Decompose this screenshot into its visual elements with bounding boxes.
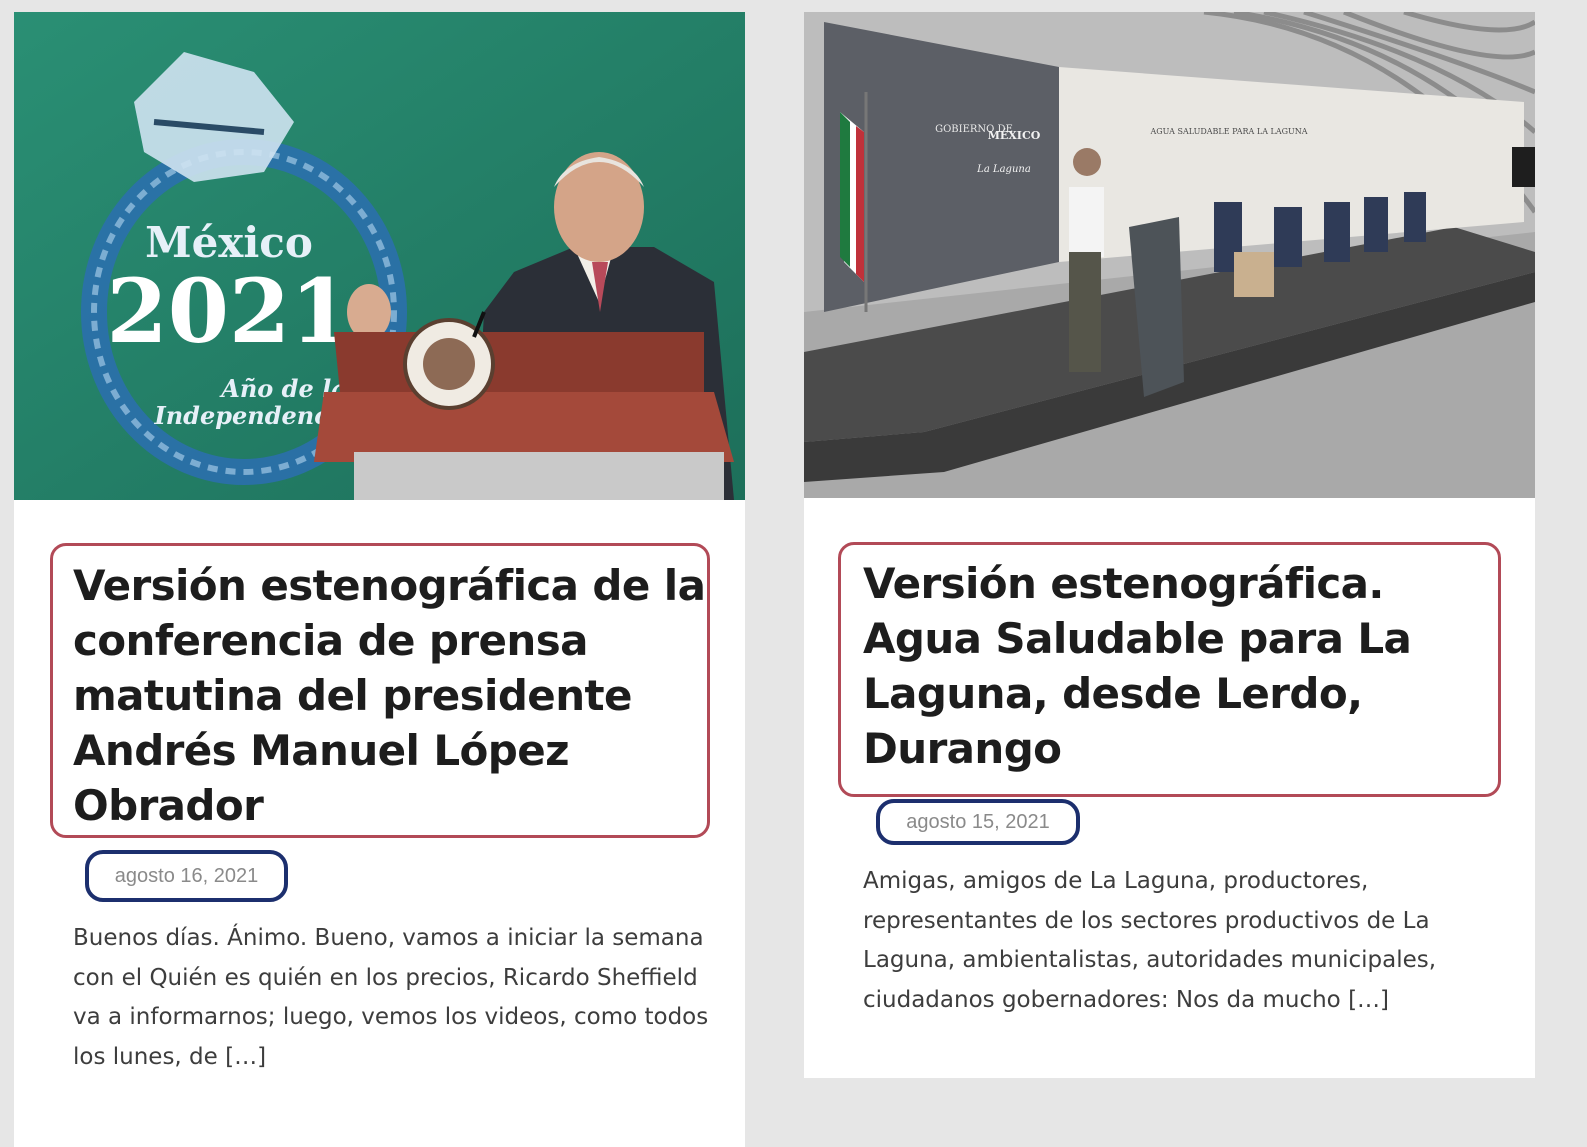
post-card: México 2021 Año de la Independencia Vers… bbox=[14, 12, 745, 1147]
event-photo: GOBIERNO DE MÉXICO La Laguna AGUA SALUDA… bbox=[804, 12, 1535, 498]
post-date: agosto 16, 2021 bbox=[85, 850, 288, 902]
post-thumbnail[interactable]: GOBIERNO DE MÉXICO La Laguna AGUA SALUDA… bbox=[804, 12, 1535, 498]
post-title[interactable]: Versión estenográfica. Agua Saludable pa… bbox=[863, 556, 1503, 776]
image-text: AGUA SALUDABLE PARA LA LAGUNA bbox=[1149, 127, 1307, 136]
image-text: 2021 bbox=[107, 259, 352, 363]
conference-photo: México 2021 Año de la Independencia bbox=[14, 12, 745, 500]
image-text: MÉXICO bbox=[988, 128, 1041, 142]
post-title[interactable]: Versión estenográfica de la conferencia … bbox=[73, 558, 713, 833]
post-date: agosto 15, 2021 bbox=[876, 799, 1080, 845]
post-thumbnail[interactable]: México 2021 Año de la Independencia bbox=[14, 12, 745, 500]
image-text: La Laguna bbox=[976, 164, 1031, 175]
post-excerpt: Amigas, amigos de La Laguna, productores… bbox=[863, 868, 1437, 1013]
post-excerpt: Buenos días. Ánimo. Bueno, vamos a inici… bbox=[73, 925, 709, 1070]
post-card: GOBIERNO DE MÉXICO La Laguna AGUA SALUDA… bbox=[804, 12, 1535, 1078]
